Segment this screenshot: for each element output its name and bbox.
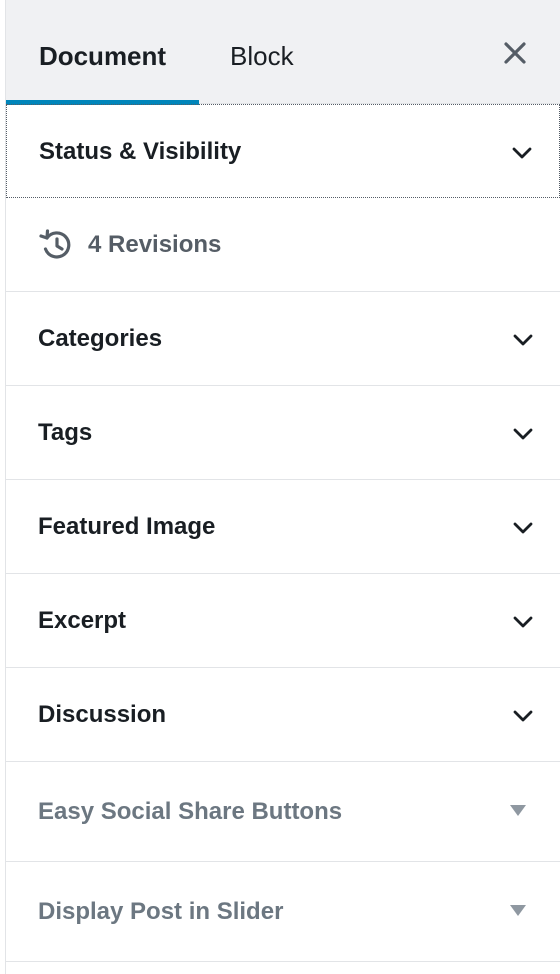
panel-status-visibility[interactable]: Status & Visibility bbox=[6, 104, 560, 198]
chevron-down-icon bbox=[513, 334, 533, 346]
panel-title: Display Post in Slider bbox=[38, 898, 284, 925]
tab-document[interactable]: Document bbox=[6, 0, 199, 105]
sidebar-tabs-header: Document Block bbox=[6, 0, 560, 105]
panel-title: Status & Visibility bbox=[39, 138, 242, 165]
chevron-down-icon bbox=[512, 147, 532, 159]
panel-title: Excerpt bbox=[38, 607, 127, 634]
panel-categories[interactable]: Categories bbox=[6, 292, 560, 386]
panel-title: Tags bbox=[38, 419, 93, 446]
close-icon[interactable] bbox=[502, 40, 528, 66]
panel-featured-image[interactable]: Featured Image bbox=[6, 480, 560, 574]
caret-down-icon bbox=[510, 805, 526, 816]
settings-sidebar: Document Block Status & Visibility 4 Rev… bbox=[5, 0, 560, 974]
panel-title: 4 Revisions bbox=[88, 231, 222, 258]
panel-easy-social-share-buttons[interactable]: Easy Social Share Buttons bbox=[6, 762, 560, 862]
caret-down-icon bbox=[510, 905, 526, 916]
panel-tags[interactable]: Tags bbox=[6, 386, 560, 480]
tab-block[interactable]: Block bbox=[230, 0, 310, 104]
panel-discussion[interactable]: Discussion bbox=[6, 668, 560, 762]
panel-excerpt[interactable]: Excerpt bbox=[6, 574, 560, 668]
panel-title: Discussion bbox=[38, 701, 167, 728]
panel-title: Easy Social Share Buttons bbox=[38, 798, 343, 825]
chevron-down-icon bbox=[513, 522, 533, 534]
chevron-down-icon bbox=[513, 616, 533, 628]
chevron-down-icon bbox=[513, 428, 533, 440]
panel-revisions[interactable]: 4 Revisions bbox=[6, 198, 560, 292]
chevron-down-icon bbox=[513, 710, 533, 722]
panel-display-post-in-slider[interactable]: Display Post in Slider bbox=[6, 862, 560, 962]
history-icon bbox=[39, 229, 71, 259]
panel-title: Categories bbox=[38, 325, 163, 352]
panel-title: Featured Image bbox=[38, 513, 216, 540]
